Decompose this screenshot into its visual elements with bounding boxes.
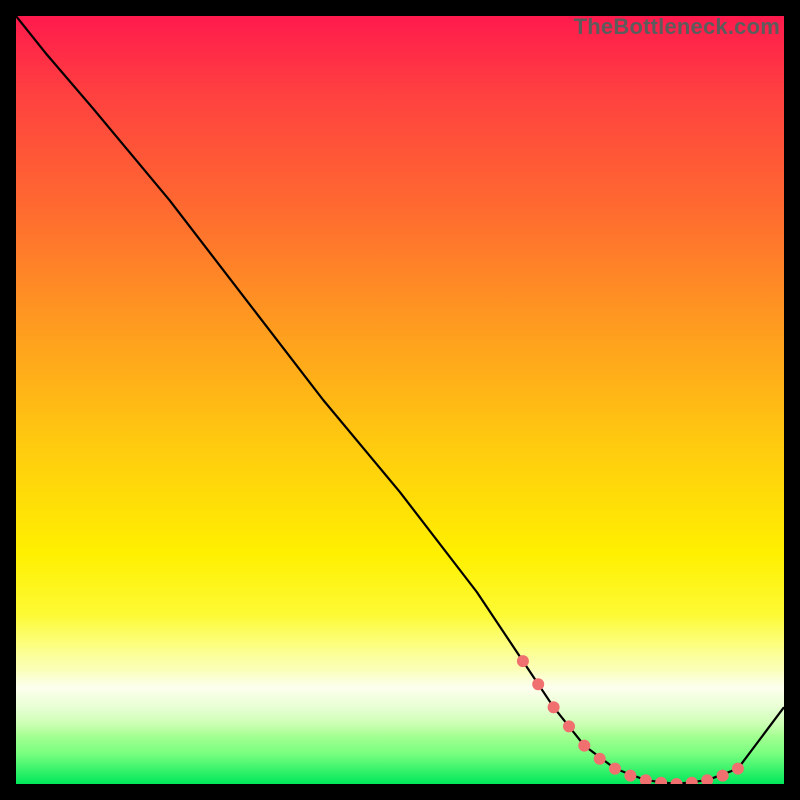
curve-path [16, 16, 784, 784]
marker-dot [578, 740, 590, 752]
marker-dot [594, 753, 606, 765]
chart-frame: TheBottleneck.com [16, 16, 784, 784]
marker-dot [640, 774, 652, 784]
chart-svg [16, 16, 784, 784]
marker-dot [532, 678, 544, 690]
marker-dot [548, 701, 560, 713]
watermark-text: TheBottleneck.com [574, 14, 780, 40]
marker-dot [655, 777, 667, 784]
plot-area: TheBottleneck.com [16, 16, 784, 784]
marker-dot [717, 770, 729, 782]
marker-dot [671, 778, 683, 784]
marker-dot [624, 770, 636, 782]
marker-dot [732, 763, 744, 775]
marker-dot [563, 720, 575, 732]
curve-line [16, 16, 784, 784]
marker-dot [686, 777, 698, 784]
marker-dot [701, 774, 713, 784]
marker-dot [609, 763, 621, 775]
marker-dot [517, 655, 529, 667]
highlight-markers [517, 655, 744, 784]
